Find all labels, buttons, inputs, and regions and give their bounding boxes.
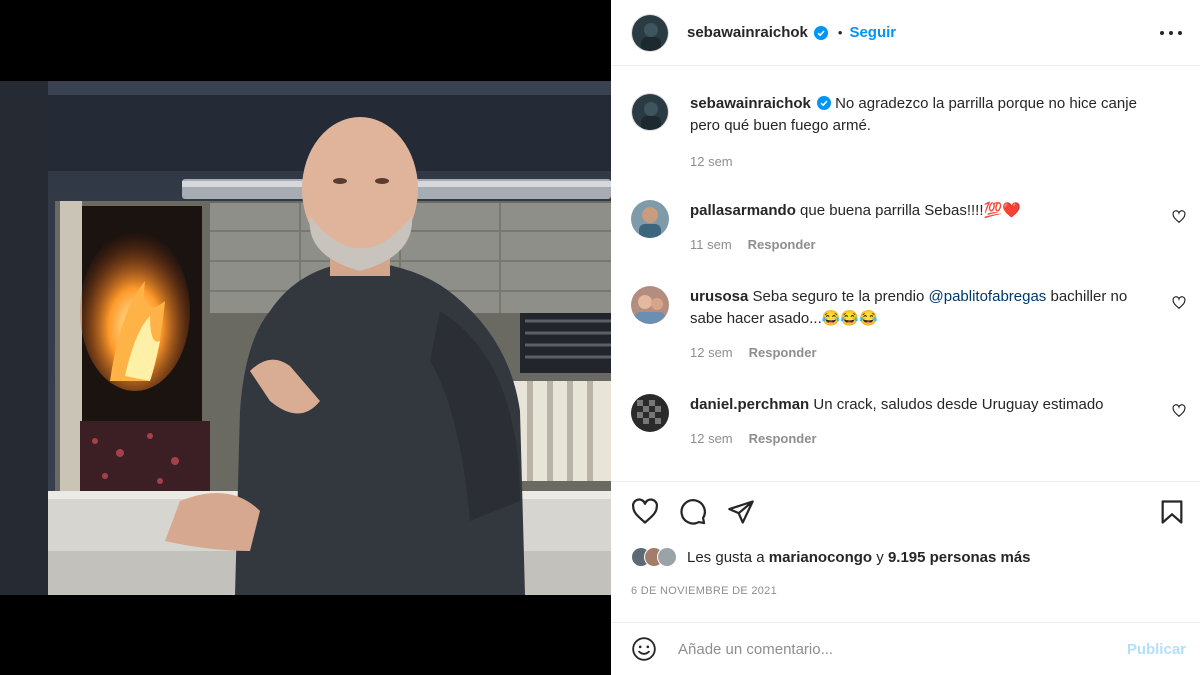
liker-avatar xyxy=(657,547,677,567)
comment-meta: 12 sem Responder xyxy=(690,342,1158,364)
comment-body: daniel.perchman Un crack, saludos desde … xyxy=(690,394,1186,450)
comments-list[interactable]: sebawainraichok No agradezco la parrilla… xyxy=(611,67,1200,480)
reply-button[interactable]: Responder xyxy=(748,237,816,252)
author-username[interactable]: sebawainraichok xyxy=(687,24,808,41)
liker-username[interactable]: marianocongo xyxy=(769,549,872,566)
comment-text-before: Seba seguro te la prendio xyxy=(752,288,929,305)
grill-photo-illustration xyxy=(0,81,611,595)
reply-button[interactable]: Responder xyxy=(749,431,817,446)
caption-time[interactable]: 12 sem xyxy=(690,154,733,169)
commenter-avatar[interactable] xyxy=(631,394,669,432)
separator-dot: • xyxy=(837,25,843,40)
comment-time[interactable]: 12 sem xyxy=(690,345,733,360)
likes-count[interactable]: 9.195 personas más xyxy=(888,549,1031,566)
comment-body: urusosa Seba seguro te la prendio @pabli… xyxy=(690,286,1186,364)
verified-icon xyxy=(813,25,828,40)
comment-text: Un crack, saludos desde Uruguay estimado xyxy=(813,396,1104,413)
likes-middle: y xyxy=(876,548,884,566)
share-icon[interactable] xyxy=(727,498,755,526)
comment-item: daniel.perchman Un crack, saludos desde … xyxy=(631,394,1186,450)
liker-avatars xyxy=(631,547,677,567)
likes-summary: Les gusta a marianocongo y 9.195 persona… xyxy=(631,547,1031,567)
comment-like-icon[interactable] xyxy=(1172,404,1186,418)
author-avatar[interactable] xyxy=(631,13,669,52)
save-icon[interactable] xyxy=(1158,498,1186,526)
comment-like-icon[interactable] xyxy=(1172,210,1186,224)
action-bar xyxy=(611,481,1200,541)
verified-icon xyxy=(816,96,831,110)
comment-time[interactable]: 11 sem xyxy=(690,237,732,252)
comment-input[interactable] xyxy=(678,640,1127,658)
comment-like-icon[interactable] xyxy=(1172,296,1186,310)
caption-avatar[interactable] xyxy=(631,93,669,131)
caption-body: sebawainraichok No agradezco la parrilla… xyxy=(690,93,1186,173)
comment-meta: 11 sem Responder xyxy=(690,234,1158,256)
comment-composer: Publicar xyxy=(611,622,1200,675)
comment-username[interactable]: daniel.perchman xyxy=(690,396,809,413)
post-date[interactable]: 6 DE NOVIEMBRE DE 2021 xyxy=(631,585,777,597)
comment-time[interactable]: 12 sem xyxy=(690,431,733,446)
likes-prefix: Les gusta a xyxy=(687,548,765,566)
comment-meta: 12 sem Responder xyxy=(690,428,1158,450)
comment-item: pallasarmando que buena parrilla Sebas!!… xyxy=(631,200,1186,256)
comment-item: urusosa Seba seguro te la prendio @pabli… xyxy=(631,286,1186,364)
caption-username[interactable]: sebawainraichok xyxy=(690,95,811,112)
more-options-icon[interactable] xyxy=(1160,30,1182,35)
caption: sebawainraichok No agradezco la parrilla… xyxy=(631,93,1186,173)
publish-button[interactable]: Publicar xyxy=(1127,641,1186,658)
caption-meta: 12 sem xyxy=(690,151,1158,173)
post-photo[interactable] xyxy=(0,81,611,595)
follow-button[interactable]: Seguir xyxy=(849,24,896,41)
post-details-panel: sebawainraichok • Seguir sebawainraichok… xyxy=(611,0,1200,675)
comment-mention[interactable]: @pablitofabregas xyxy=(929,288,1047,305)
emoji-icon[interactable] xyxy=(631,636,657,662)
comment-icon[interactable] xyxy=(679,498,707,526)
comment-body: pallasarmando que buena parrilla Sebas!!… xyxy=(690,200,1186,256)
commenter-avatar[interactable] xyxy=(631,286,669,324)
comment-username[interactable]: pallasarmando xyxy=(690,202,796,219)
like-icon[interactable] xyxy=(631,497,659,526)
post-media xyxy=(0,0,611,675)
comment-username[interactable]: urusosa xyxy=(690,288,748,305)
comment-text: que buena parrilla Sebas!!!!💯❤️ xyxy=(800,202,1021,219)
post-header: sebawainraichok • Seguir xyxy=(611,0,1200,66)
reply-button[interactable]: Responder xyxy=(749,345,817,360)
commenter-avatar[interactable] xyxy=(631,200,669,238)
